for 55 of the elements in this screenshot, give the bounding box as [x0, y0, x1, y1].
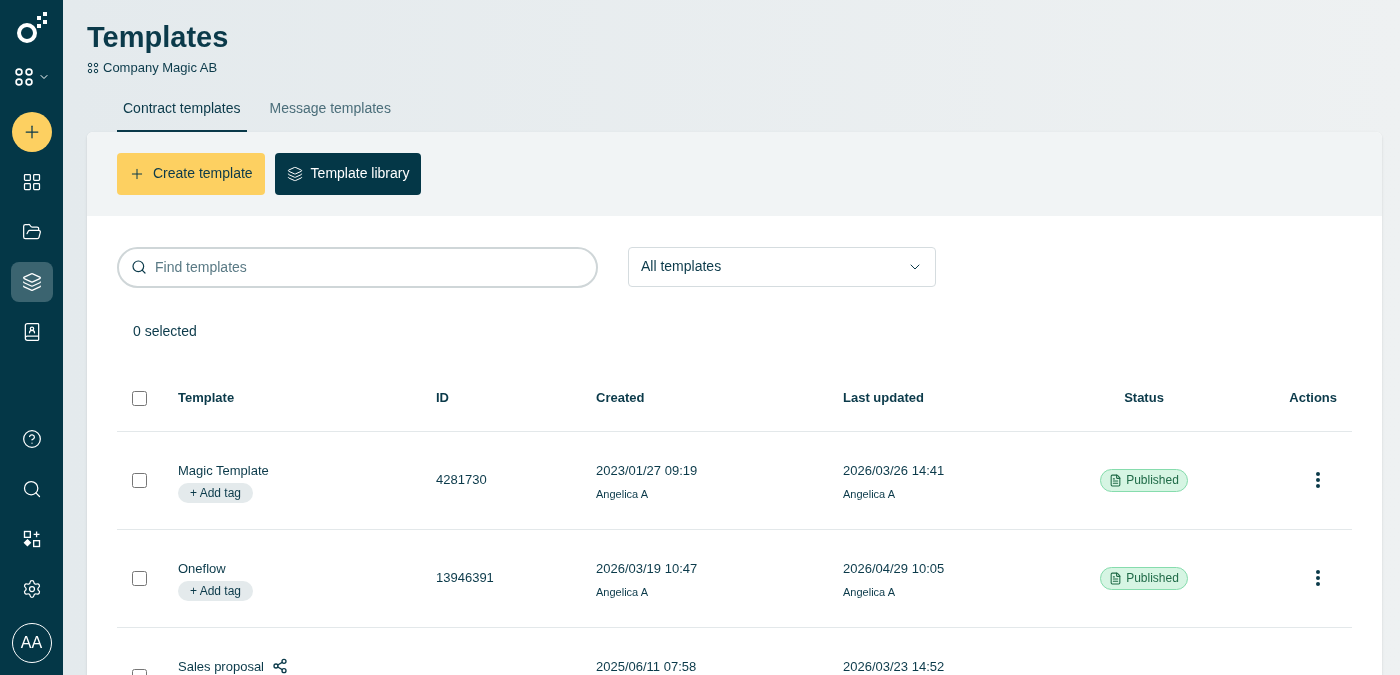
create-template-button[interactable]: Create template — [117, 152, 265, 195]
created-date: 2025/06/11 07:58 — [596, 657, 697, 675]
templates-nav-button[interactable] — [10, 262, 53, 302]
column-header: Status — [1124, 389, 1164, 408]
created-by: Angelica A — [596, 585, 648, 600]
id-cell: 13946391 — [436, 570, 494, 586]
document-icon — [1109, 571, 1123, 585]
help-icon — [21, 429, 42, 449]
more-icon — [1316, 472, 1320, 488]
row-checkbox[interactable] — [132, 570, 147, 586]
tab[interactable]: Message templates — [263, 87, 397, 132]
column-header: ID — [436, 390, 449, 406]
template-name[interactable]: Magic Template — [178, 460, 269, 480]
created-date: 2023/01/27 09:19 — [596, 461, 698, 480]
updated-by: Angelica A — [843, 585, 895, 600]
updated-date: 2026/04/29 10:05 — [843, 559, 945, 578]
page-title: Templates — [87, 20, 230, 54]
layers-icon — [21, 272, 42, 292]
column-header: Actions — [1289, 389, 1337, 408]
column-header: Created — [596, 390, 645, 406]
updated-date: 2026/03/26 14:41 — [843, 461, 945, 480]
filter-dropdown[interactable]: All templates — [628, 246, 936, 287]
workspace-icon — [87, 61, 99, 74]
created-date: 2026/03/19 10:47 — [596, 559, 698, 578]
id-cell: 4281730 — [436, 472, 487, 488]
select-all-checkbox[interactable] — [132, 390, 147, 406]
column-header: Template — [178, 390, 235, 406]
template-name[interactable]: Oneflow — [178, 558, 226, 578]
selection-count: 0 selected — [133, 321, 197, 341]
updated-by: Angelica A — [843, 487, 895, 502]
column-header: Last updated — [843, 390, 924, 406]
created-by: Angelica A — [596, 487, 648, 502]
row-checkbox[interactable] — [132, 472, 147, 488]
template-library-button[interactable]: Template library — [274, 152, 422, 195]
more-icon — [1316, 570, 1320, 586]
workspace-icon — [13, 67, 34, 87]
dashboard-icon — [21, 172, 42, 192]
workspace-name: Company Magic AB — [103, 59, 218, 77]
status-badge: Published — [1100, 468, 1188, 492]
search-input[interactable]: Find templates — [155, 256, 584, 278]
apps-icon — [21, 529, 42, 549]
search-icon — [131, 259, 147, 275]
create-button[interactable] — [11, 112, 52, 152]
document-icon — [1109, 473, 1123, 487]
status-badge: Published — [1100, 566, 1188, 590]
folder-icon — [21, 222, 42, 242]
layers-icon — [286, 165, 303, 182]
logo-icon — [14, 12, 49, 46]
updated-date: 2026/03/23 14:52 — [843, 657, 945, 675]
add-tag-button[interactable]: + Add tag — [178, 483, 254, 503]
settings-icon — [21, 579, 42, 599]
template-name[interactable]: Sales proposal — [178, 656, 264, 675]
search-icon — [21, 479, 42, 499]
add-tag-button[interactable]: + Add tag — [178, 581, 254, 601]
search-field[interactable]: Find templates — [117, 246, 598, 288]
